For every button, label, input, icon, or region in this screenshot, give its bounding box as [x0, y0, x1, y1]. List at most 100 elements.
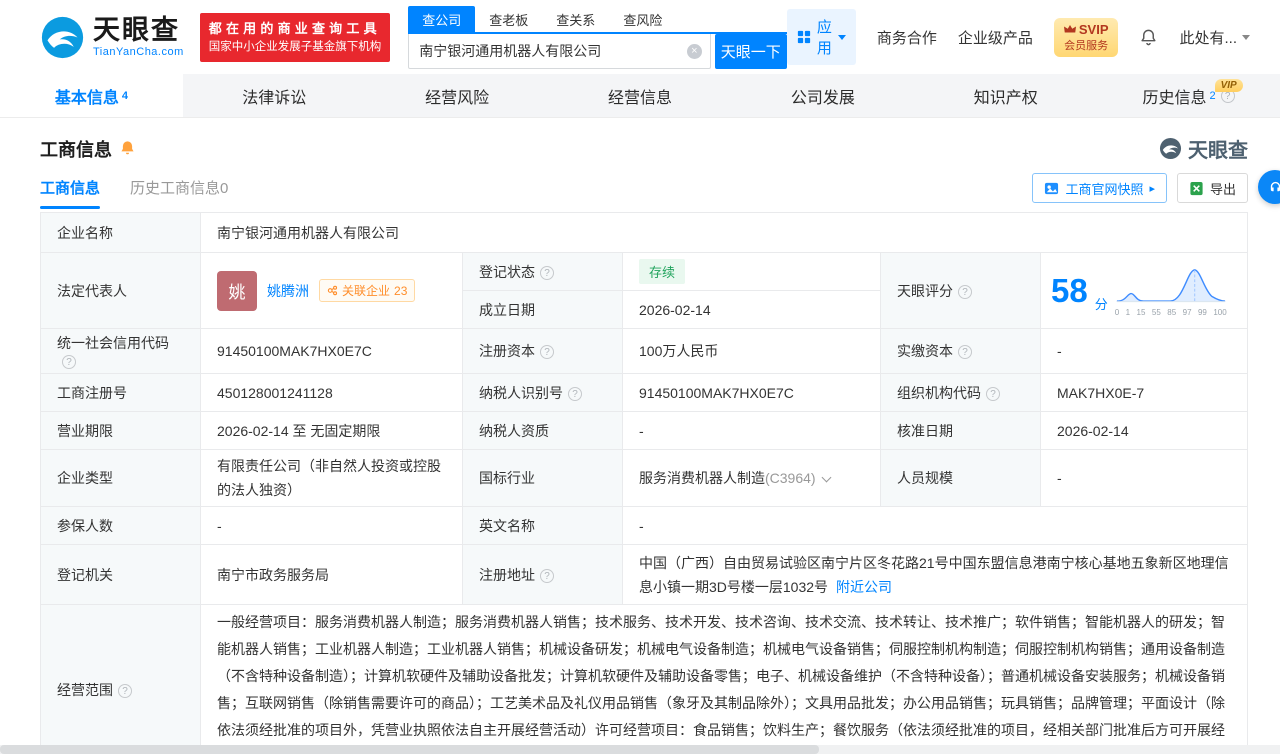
apps-label: 应用 [816, 19, 832, 57]
notification-bell-icon[interactable] [1139, 28, 1158, 47]
question-icon[interactable]: ? [540, 265, 554, 280]
establish-date-value: 2026-02-14 [622, 290, 881, 329]
tab-basic-info[interactable]: 基本信息 4 [0, 74, 183, 117]
crown-icon [1063, 24, 1076, 34]
table-row: 法定代表人 姚 姚腾洲 关联企业 23 登记状态? 存续 天眼评分? 58 分 … [40, 252, 1248, 329]
watermark-text: 天眼查 [1188, 140, 1248, 162]
question-icon[interactable]: ? [958, 284, 972, 299]
search-tab-company[interactable]: 查公司 [408, 5, 476, 32]
english-name-label: 英文名称 [462, 506, 623, 545]
business-term-value: 2026-02-14 至 无固定期限 [200, 411, 463, 450]
subscribe-bell-icon[interactable] [119, 140, 136, 157]
search-tab-boss[interactable]: 查老板 [475, 6, 542, 32]
score-value: 58 [1051, 272, 1088, 309]
brand-domain: TianYanCha.com [93, 45, 184, 58]
industry-value: 服务消费机器人制造(C3964) [622, 449, 881, 507]
approval-date-label: 核准日期 [880, 411, 1041, 450]
svip-label: SVIP [1078, 21, 1109, 37]
taxpayer-quality-label: 纳税人资质 [462, 411, 623, 450]
question-icon[interactable]: ? [118, 684, 132, 698]
org-code-label: 组织机构代码? [880, 373, 1041, 412]
search-tab-risk[interactable]: 查风险 [609, 6, 676, 32]
slogan-line1: 都在用的商业查询工具 [208, 20, 381, 36]
vip-tag: VIP [1214, 79, 1243, 92]
reg-address-value: 中国（广西）自由贸易试验区南宁片区冬花路21号中国东盟信息港南宁核心基地五象新区… [622, 544, 1248, 605]
search-button[interactable]: 天眼一下 [714, 33, 787, 69]
tab-legal-litigation-label: 法律诉讼 [242, 89, 307, 107]
english-name-value: - [622, 506, 1248, 545]
score-chart-axis: 0 1 15 55 85 97 99 100 [1114, 307, 1227, 317]
taxpayer-quality-value: - [622, 411, 881, 450]
tab-history-info[interactable]: VIP 历史信息 2 ? [1097, 74, 1280, 117]
paid-capital-value: - [1040, 328, 1248, 374]
tianyancha-logo[interactable]: 天眼查 TianYanCha.com [40, 15, 184, 60]
subtab-history-business-info[interactable]: 历史工商信息0 [130, 177, 228, 209]
grid-icon [797, 30, 811, 44]
insured-count-label: 参保人数 [40, 506, 201, 545]
related-companies-label: 关联企业 [342, 284, 391, 298]
related-companies-count: 23 [394, 283, 408, 298]
table-row: 工商注册号 450128001241128 纳税人识别号? 91450100MA… [40, 373, 1248, 412]
tab-operation-info[interactable]: 经营信息 [549, 74, 732, 117]
tab-legal-litigation[interactable]: 法律诉讼 [183, 74, 366, 117]
brand-swirl-icon [40, 15, 85, 60]
apps-menu-button[interactable]: 应用 [786, 9, 856, 65]
enterprise-product-link[interactable]: 企业级产品 [958, 27, 1033, 48]
tab-company-development[interactable]: 公司发展 [731, 74, 914, 117]
industry-label: 国标行业 [462, 449, 623, 507]
export-label: 导出 [1209, 181, 1236, 197]
scrollbar-thumb[interactable] [0, 745, 820, 754]
business-cooperation-link[interactable]: 商务合作 [877, 27, 937, 48]
question-icon[interactable]: ? [986, 386, 1000, 401]
user-account-menu[interactable]: 此处有... [1179, 27, 1250, 48]
user-name: 此处有... [1179, 29, 1237, 47]
question-icon[interactable]: ? [958, 345, 972, 359]
approval-date-value: 2026-02-14 [1040, 411, 1248, 450]
question-icon[interactable]: ? [62, 355, 76, 369]
search-tab-relation[interactable]: 查关系 [542, 6, 609, 32]
horizontal-scrollbar[interactable] [0, 745, 1280, 754]
tab-intellectual-property-label: 知识产权 [973, 89, 1038, 107]
tab-intellectual-property[interactable]: 知识产权 [914, 74, 1097, 117]
question-icon[interactable]: ? [540, 568, 554, 583]
status-badge: 存续 [639, 259, 686, 284]
export-button[interactable]: 导出 [1176, 173, 1248, 203]
reg-number-label: 工商注册号 [40, 373, 201, 412]
score-chart: 0 1 15 55 85 97 99 100 [1115, 265, 1227, 317]
question-icon[interactable]: ? [540, 345, 554, 359]
section-title: 工商信息 [40, 139, 112, 160]
industry-code: (C3964) [765, 470, 816, 486]
legal-rep-name-link[interactable]: 姚腾洲 [267, 281, 309, 301]
official-snapshot-button[interactable]: 工商官网快照 ▸ [1032, 173, 1167, 203]
tab-operation-risk[interactable]: 经营风险 [366, 74, 549, 117]
svip-member-badge[interactable]: SVIP 会员服务 [1053, 17, 1119, 57]
search-area: 查公司 查老板 查关系 查风险 × 天眼一下 [408, 5, 787, 69]
clear-icon[interactable]: × [686, 43, 702, 59]
related-companies-badge[interactable]: 关联企业 23 [319, 279, 416, 302]
reg-number-value: 450128001241128 [200, 373, 463, 412]
reg-capital-value: 100万人民币 [622, 328, 881, 374]
staff-size-value: - [1040, 449, 1248, 507]
company-type-label: 企业类型 [40, 449, 201, 507]
main-content: 工商信息 天眼查 工商信息 历史工商信息0 工商官网快照 ▸ 导出 企业名称 南… [0, 118, 1280, 754]
company-name-label: 企业名称 [40, 212, 201, 253]
nearby-companies-link[interactable]: 附近公司 [836, 579, 892, 595]
question-icon[interactable]: ? [568, 386, 582, 401]
subtab-business-info[interactable]: 工商信息 [40, 177, 101, 209]
snapshot-icon [1044, 181, 1059, 196]
chevron-down-icon [1242, 34, 1250, 40]
official-snapshot-label: 工商官网快照 [1065, 181, 1144, 197]
company-type-value: 有限责任公司（非自然人投资或控股的法人独资） [200, 449, 463, 507]
tab-operation-info-label: 经营信息 [608, 89, 673, 107]
brand-slogan: 都在用的商业查询工具 国家中小企业发展子基金旗下机构 [199, 12, 391, 62]
legal-rep-avatar[interactable]: 姚 [217, 270, 257, 311]
score-label: 天眼评分? [880, 252, 1041, 329]
brand-name: 天眼查 [93, 15, 180, 46]
slogan-line2: 国家中小企业发展子基金旗下机构 [208, 40, 382, 53]
search-input[interactable] [408, 33, 711, 69]
business-info-table: 企业名称 南宁银河通用机器人有限公司 法定代表人 姚 姚腾洲 关联企业 23 登… [40, 212, 1248, 754]
excel-export-icon [1189, 181, 1204, 196]
reg-address-label: 注册地址? [462, 544, 623, 605]
chevron-down-icon[interactable] [821, 472, 832, 483]
tianyancha-watermark: 天眼查 [1159, 134, 1248, 163]
